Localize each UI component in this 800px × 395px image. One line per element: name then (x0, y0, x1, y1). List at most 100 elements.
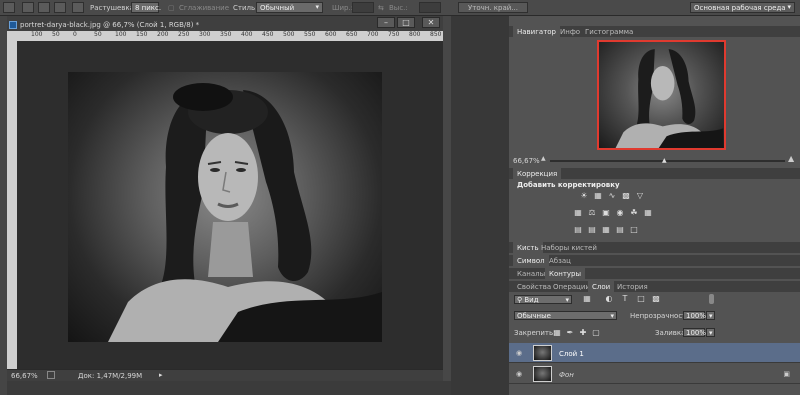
document-tab[interactable]: portret-darya-black.jpg @ 66,7% (Слой 1,… (7, 20, 207, 31)
refine-edge-button[interactable]: Уточн. край... (458, 2, 528, 13)
channel-mixer-icon[interactable]: ☘ (630, 209, 638, 217)
tab-channels[interactable]: Каналы (513, 268, 549, 279)
status-menu-arrow-icon[interactable]: ▸ (159, 371, 163, 379)
tab-histogram[interactable]: Гистограмма (581, 26, 637, 37)
eye-icon[interactable]: ◉ (516, 349, 524, 357)
status-bar: 66,67% Док: 1,47M/2,99M ▸ (7, 369, 443, 381)
swap-icon[interactable]: ⇆ (378, 4, 384, 12)
feather-label: Растушевка: (90, 4, 137, 12)
black-white-icon[interactable]: ▣ (602, 209, 610, 217)
filter-smart-object-icon[interactable]: ▩ (652, 295, 660, 303)
tab-history[interactable]: История (613, 281, 652, 292)
lock-brush-icon[interactable]: ✒ (566, 329, 574, 337)
subtract-selection-icon[interactable] (38, 2, 50, 13)
hue-saturation-icon[interactable]: ▦ (574, 209, 582, 217)
levels-icon[interactable]: ▦ (594, 192, 602, 200)
chevron-down-icon: ▾ (787, 3, 791, 11)
ruler-tick-label: 50 (52, 31, 60, 38)
opacity-dropdown-icon[interactable]: ▾ (706, 311, 715, 320)
workspace-select[interactable]: Основная рабочая среда ▾ (690, 2, 795, 13)
posterize-icon[interactable]: ▤ (588, 226, 596, 234)
tab-paragraph[interactable]: Абзац (545, 255, 575, 266)
add-selection-icon[interactable] (22, 2, 34, 13)
minimize-button[interactable]: – (377, 17, 395, 28)
tab-paths[interactable]: Контуры (545, 268, 586, 279)
tab-character[interactable]: Символ (513, 255, 549, 266)
adjustments-tabs: Коррекция (509, 168, 800, 179)
color-balance-icon[interactable]: ⚖ (588, 209, 596, 217)
selective-color-icon[interactable]: □ (630, 226, 638, 234)
feather-input[interactable]: 8 пикс. (131, 2, 161, 13)
layers-tabs: Свойства Операции Слои История (509, 281, 800, 292)
chevron-down-icon: ▾ (610, 312, 614, 320)
layer-name[interactable]: Фон (559, 371, 574, 379)
filter-pixel-icon[interactable]: ▦ (583, 295, 591, 303)
vertical-scrollbar[interactable] (443, 16, 451, 381)
antialias-label: Сглаживание (179, 4, 230, 12)
close-button[interactable]: ✕ (422, 17, 440, 28)
layer-row[interactable]: ◉ Фон ▣ (509, 364, 800, 384)
photo-filter-icon[interactable]: ◉ (616, 209, 624, 217)
chevron-down-icon: ▾ (315, 3, 319, 11)
vertical-ruler[interactable] (7, 41, 17, 369)
status-icon[interactable] (47, 371, 55, 379)
navigator-zoom[interactable]: 66,67% (513, 157, 540, 165)
tab-layers[interactable]: Слои (588, 281, 615, 292)
zoom-out-icon[interactable]: ▲ (541, 155, 546, 162)
lock-label: Закрепить: (514, 329, 556, 337)
blend-mode-select[interactable]: Обычные ▾ (514, 311, 617, 320)
tab-brush-presets[interactable]: Наборы кистей (537, 242, 601, 253)
ruler-tick-label: 750 (388, 31, 400, 38)
fill-dropdown-icon[interactable]: ▾ (706, 328, 715, 337)
filter-shape-icon[interactable]: □ (637, 295, 645, 303)
height-input[interactable] (419, 2, 441, 13)
style-label: Стиль: (233, 4, 258, 12)
intersect-selection-icon[interactable] (54, 2, 66, 13)
ruler-tick-label: 450 (262, 31, 274, 38)
tab-info[interactable]: Инфо (556, 26, 584, 37)
tab-adjustments[interactable]: Коррекция (513, 168, 562, 179)
blend-mode-value: Обычные (517, 312, 551, 320)
antialias-checkbox[interactable]: ▢ (168, 4, 175, 12)
layer-row-selected[interactable]: ◉ Слой 1 (509, 343, 800, 363)
layer-filter-select[interactable]: ⚲ Вид ▾ (514, 295, 572, 304)
fill-input[interactable]: 100% (683, 328, 706, 337)
color-lookup-icon[interactable]: ▦ (644, 209, 652, 217)
width-input[interactable] (352, 2, 374, 13)
selection-mode-icon[interactable] (72, 2, 84, 13)
layer-name[interactable]: Слой 1 (559, 350, 584, 358)
filter-type-icon[interactable]: T (621, 295, 629, 303)
maximize-button[interactable]: □ (397, 17, 415, 28)
invert-icon[interactable]: ▤ (574, 226, 582, 234)
new-selection-icon[interactable] (3, 2, 15, 13)
zoom-field[interactable]: 66,67% (11, 372, 38, 380)
ruler-tick-label: 650 (346, 31, 358, 38)
tab-navigator[interactable]: Навигатор (513, 26, 560, 37)
opacity-input[interactable]: 100% (683, 311, 706, 320)
gradient-map-icon[interactable]: ▤ (616, 226, 624, 234)
brightness-icon[interactable]: ☀ (580, 192, 588, 200)
lock-all-icon[interactable]: ▢ (592, 329, 600, 337)
zoom-in-icon[interactable]: ▲ (788, 154, 794, 163)
threshold-icon[interactable]: ▦ (602, 226, 610, 234)
lock-transparency-icon[interactable]: ▦ (553, 329, 561, 337)
vibrance-icon[interactable]: ▽ (636, 192, 644, 200)
exposure-icon[interactable]: ▩ (622, 192, 630, 200)
horizontal-ruler[interactable]: 100 50 0 50 100 150 200 250 300 350 400 450 500 550 60… (17, 31, 443, 41)
lock-position-icon[interactable]: ✚ (579, 329, 587, 337)
curves-icon[interactable]: ∿ (608, 192, 616, 200)
zoom-slider-handle[interactable]: ▲ (662, 157, 667, 164)
layer-thumbnail (533, 366, 552, 382)
navigator-zoom-slider[interactable] (550, 160, 785, 162)
portrait-drawing (108, 83, 382, 342)
filter-toggle[interactable] (709, 294, 714, 304)
eye-icon[interactable]: ◉ (516, 370, 524, 378)
ruler-tick-label: 300 (199, 31, 211, 38)
filter-adjustment-icon[interactable]: ◐ (605, 295, 613, 303)
chevron-down-icon: ▾ (565, 296, 569, 304)
navigator-preview[interactable] (597, 40, 726, 150)
style-select[interactable]: Обычный ▾ (256, 2, 323, 13)
navigator-thumbnail (615, 49, 724, 148)
ruler-tick-label: 350 (220, 31, 232, 38)
ruler-tick-label: 700 (367, 31, 379, 38)
